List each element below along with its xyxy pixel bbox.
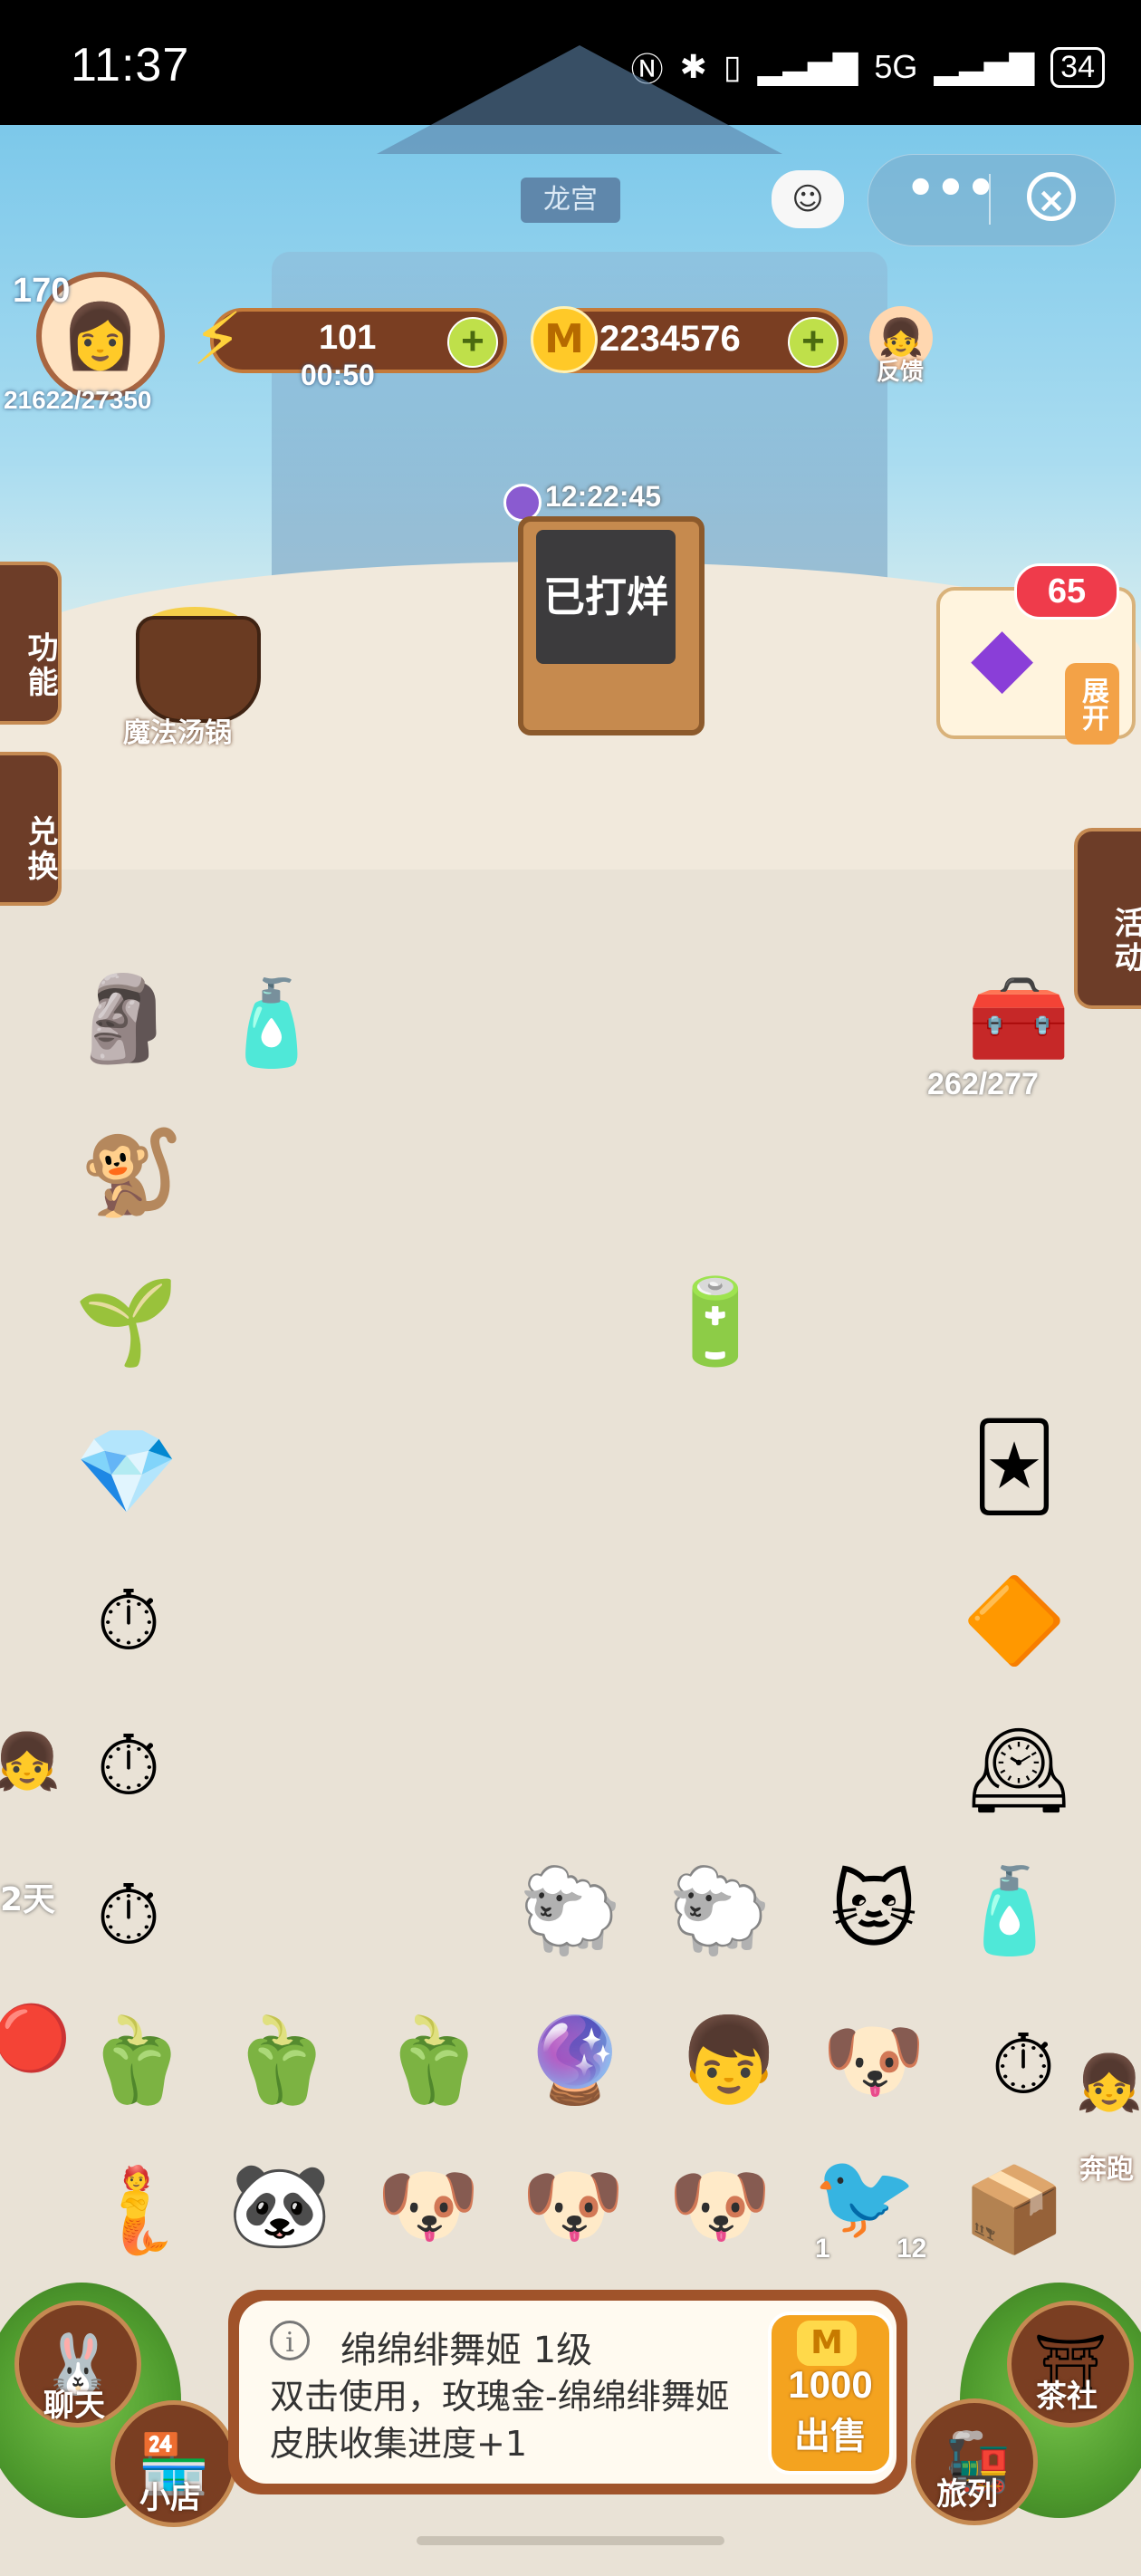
sailor-dog-cabbage-item[interactable]: 🐶 <box>652 2138 788 2273</box>
capsule-divider <box>989 174 991 225</box>
panda-item[interactable]: 🐼 <box>212 2129 348 2283</box>
vibrate-icon: ▯ <box>723 48 742 85</box>
radish-item[interactable]: 🫑 <box>208 1993 353 2129</box>
sell-coin-icon: M <box>797 2321 857 2366</box>
red-orb-item[interactable]: 🔴 <box>0 1975 72 2101</box>
add-coins-button[interactable]: + <box>788 317 839 368</box>
events-label: 活动 <box>1108 907 1141 976</box>
sailor-dog-cabbage-item[interactable]: 🐶 <box>360 2138 496 2273</box>
mermaid-item[interactable]: 🧜 <box>72 2138 199 2283</box>
item-title: 绵绵绯舞姬 1级 <box>340 2330 593 2371</box>
signal-icon: ▂▃▅▇ <box>757 48 858 85</box>
info-icon[interactable]: i <box>270 2321 310 2360</box>
function-label: 功能 <box>22 631 58 700</box>
sell-price: 1000 <box>788 2363 873 2406</box>
pocket-watch-item[interactable]: ⏱ <box>56 1843 201 1988</box>
sailor-dog-item[interactable]: 🐶 <box>806 1988 942 2133</box>
pocket-watch-item[interactable]: ⏱ <box>56 1694 201 1839</box>
feedback-label[interactable]: 反馈 <box>877 353 924 387</box>
expand-button[interactable]: 展开 <box>1065 663 1119 745</box>
crystal-ball-item[interactable]: 🔮 <box>507 1988 643 2133</box>
lily-plant-item[interactable]: 🌱 <box>63 1259 190 1386</box>
boy-character-item[interactable]: 👦 <box>661 1984 797 2138</box>
lightning-icon: ⚡ <box>192 297 244 381</box>
add-energy-button[interactable]: + <box>447 317 498 368</box>
exchange-button[interactable]: 兑换 <box>0 752 62 906</box>
radish-item[interactable]: 🫑 <box>63 1993 208 2129</box>
white-cat-cabbage-item[interactable]: 🐱 <box>806 1848 942 1975</box>
pocket-watch-item[interactable]: ⏱ <box>56 1549 201 1694</box>
perfume-bottle-item[interactable]: 🧴 <box>951 1839 1069 1984</box>
magic-soup-pot[interactable] <box>136 616 261 723</box>
palace-sign: 龙宫 <box>521 178 620 223</box>
soup-pot-label: 魔法汤锅 <box>123 717 232 749</box>
run-character-item[interactable]: 👧 <box>1076 2020 1141 2147</box>
player-xp: 21622/27350 <box>4 386 152 414</box>
pink-sheep-flower-item[interactable]: 🐑 <box>652 1848 788 1975</box>
green-box-item[interactable]: 📦 <box>960 2147 1069 2273</box>
energy-value: 101 <box>319 319 377 357</box>
pink-sheep-item[interactable]: 🐑 <box>507 1848 634 1975</box>
exchange-label: 兑换 <box>22 815 58 884</box>
item-counter-b: 12 <box>896 2234 927 2264</box>
status-time: 11:37 <box>71 39 190 91</box>
home-indicator[interactable] <box>417 2536 724 2545</box>
game-logo-icon[interactable]: ☺ <box>772 170 844 228</box>
energy-generator-item[interactable]: 🔋 <box>652 1250 779 1395</box>
crystal-count-badge: 65 <box>1014 563 1119 620</box>
bluetooth-icon: ✱ <box>679 48 707 85</box>
network-type: 5G <box>874 48 918 85</box>
chat-label: 聊天 <box>43 2388 105 2424</box>
shop-board-text: 已打烊 <box>536 530 676 664</box>
function-button[interactable]: 功能 <box>0 562 62 725</box>
treasure-chest-item[interactable]: 🧰 <box>951 960 1087 1078</box>
sell-label: 出售 <box>794 2416 867 2457</box>
monkey-swing-item[interactable]: 🐒 <box>63 1105 199 1241</box>
side-character-item[interactable]: 👧 <box>0 1694 61 1830</box>
crystal-icon: ◆ <box>971 609 1034 704</box>
sailor-dog-cabbage-item[interactable]: 🐶 <box>505 2138 641 2273</box>
coin-icon: M <box>531 306 598 373</box>
item-counter-a: 1 <box>815 2234 830 2264</box>
water-bottle-item[interactable]: 🧴 <box>208 960 335 1087</box>
battery-indicator: 34 <box>1050 46 1105 88</box>
status-icons: Ⓝ ✱ ▯ ▂▃▅▇ 5G ▂▃▅▇ 34 <box>631 43 1105 91</box>
days-timer: 2天 <box>0 1881 56 1918</box>
item-description: 双击使用，玫瑰金-绵绵绯舞姬皮肤收集进度+1 <box>270 2377 730 2464</box>
tea-house-label: 茶社 <box>1036 2379 1098 2415</box>
character-card-item[interactable]: 🃏 <box>942 1395 1087 1540</box>
player-level: 170 <box>13 272 71 310</box>
radish-item[interactable]: 🫑 <box>360 1993 505 2129</box>
energy-timer: 00:50 <box>301 359 375 391</box>
signal-icon-2: ▂▃▅▇ <box>934 48 1035 85</box>
gold-clock-item[interactable]: 🕰 <box>942 1694 1096 1848</box>
train-label: 旅列 <box>936 2476 998 2513</box>
run-label[interactable]: 奔跑 <box>1079 2147 1134 2187</box>
golden-statue-item[interactable]: 🗿 <box>56 951 192 1087</box>
pocket-watch-item[interactable]: ⏱ <box>951 1993 1096 2138</box>
red-crystal-item[interactable]: 💎 <box>54 1404 199 1540</box>
shop-label: 小店 <box>139 2480 201 2516</box>
chest-progress: 262/277 <box>927 1067 1039 1101</box>
more-menu-icon[interactable]: ••• <box>906 161 996 216</box>
golden-gem-item[interactable]: 🔶 <box>942 1549 1087 1694</box>
shop-timer: 12:22:45 <box>545 480 662 513</box>
coin-value: 2234576 <box>599 319 741 359</box>
close-icon[interactable]: × <box>1027 172 1076 221</box>
